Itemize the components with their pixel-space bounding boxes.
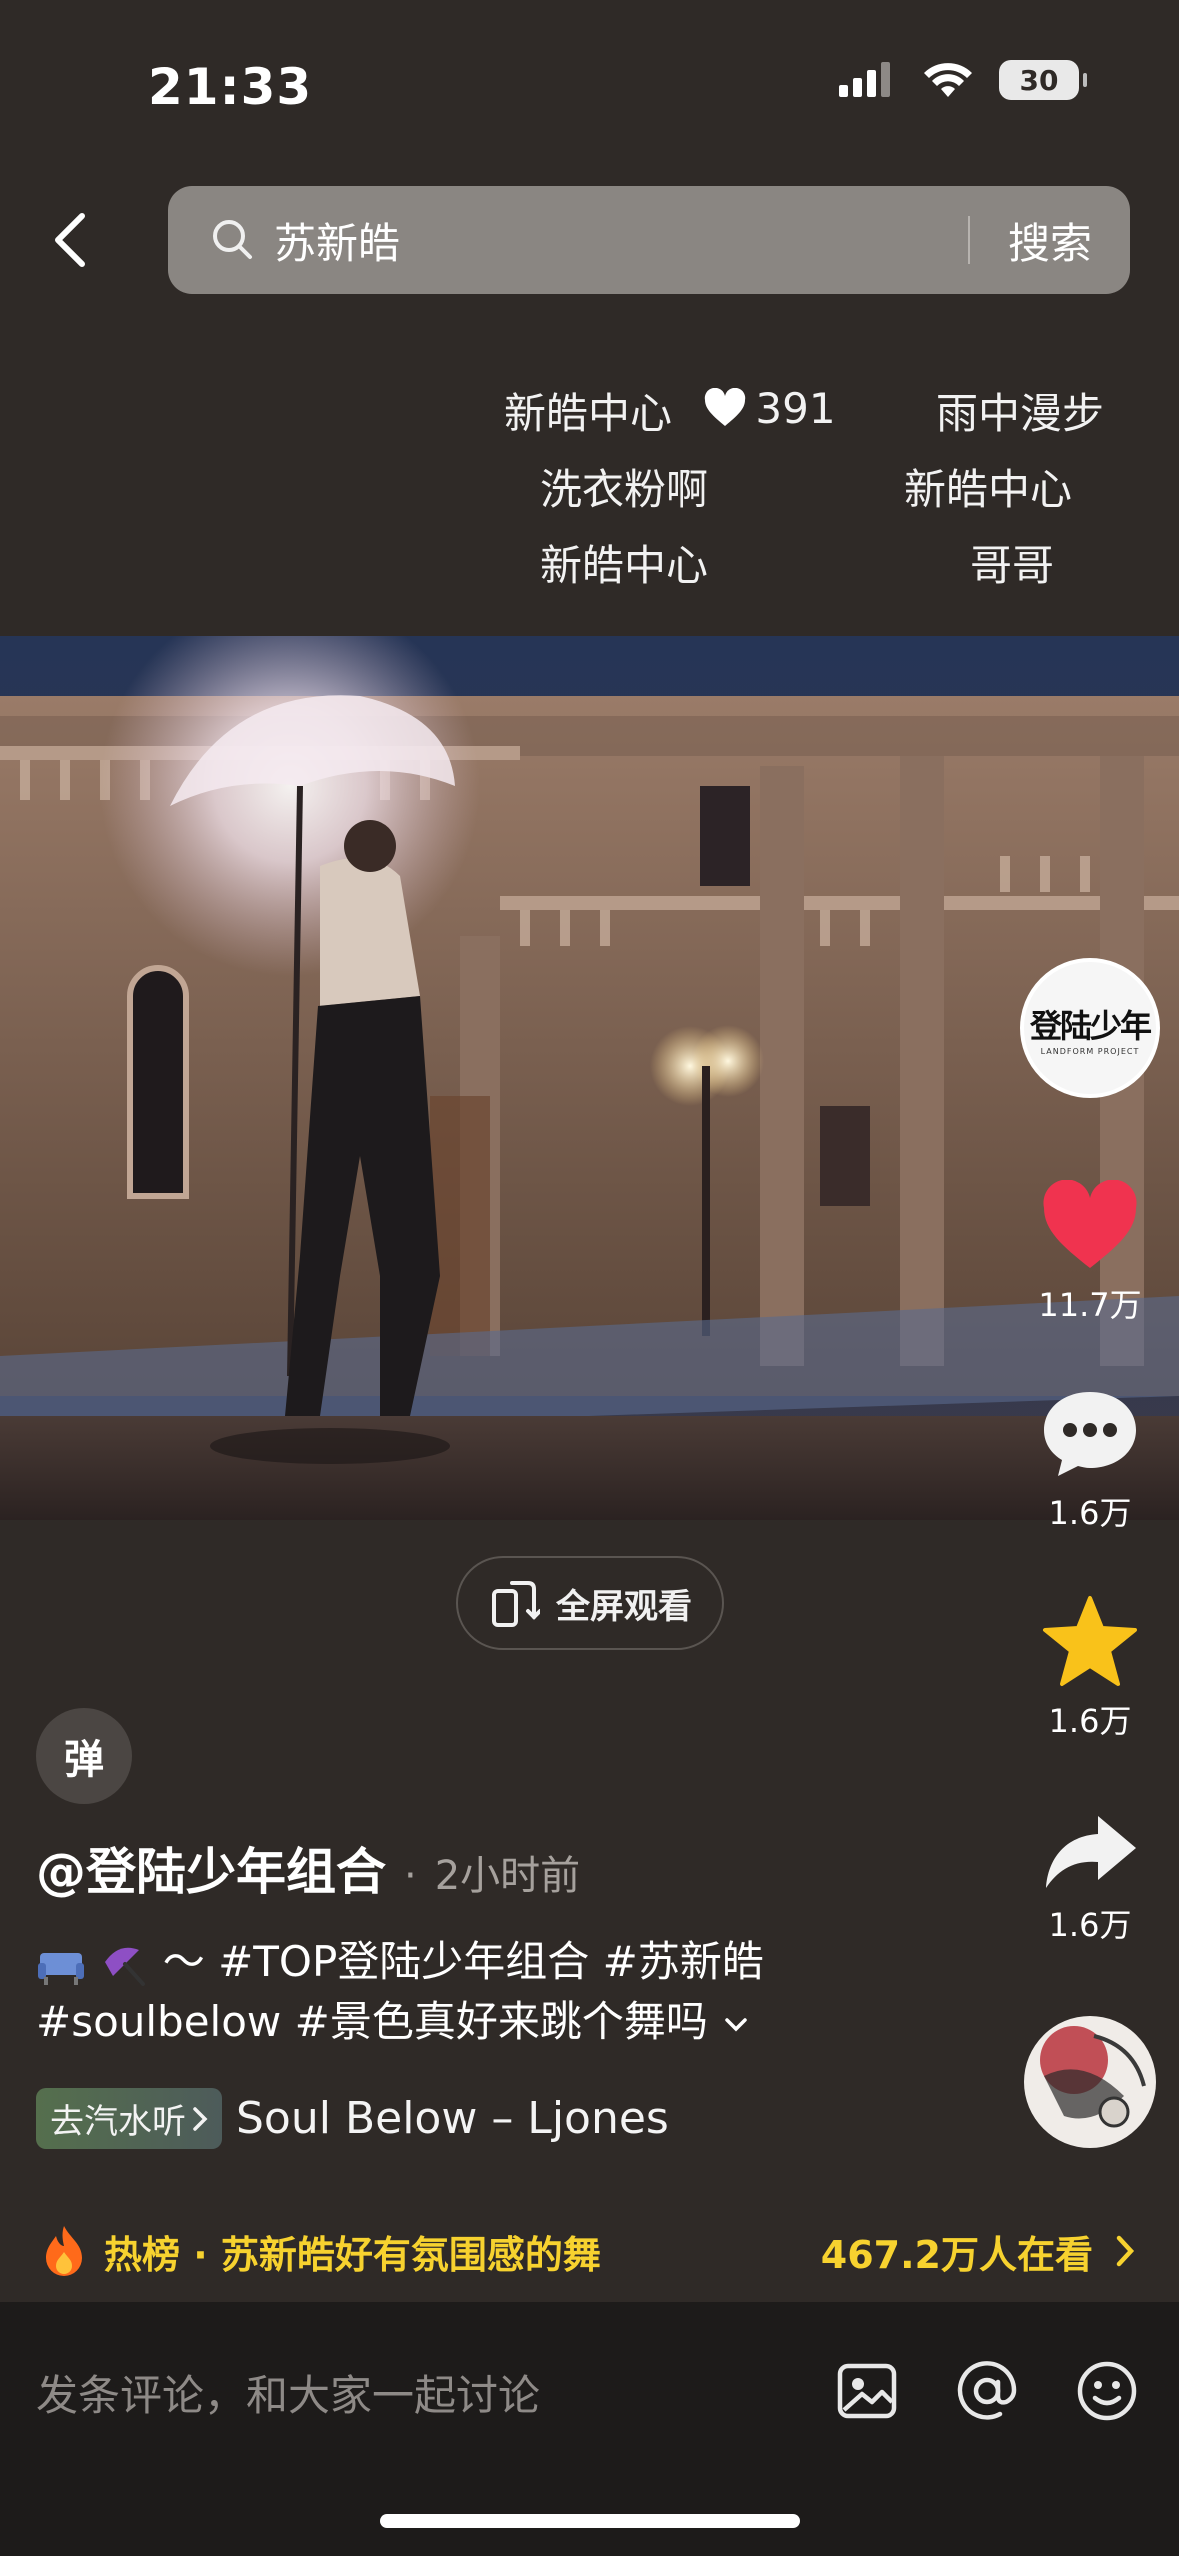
desc-line-2: #soulbelow #景色真好来跳个舞吗 [36, 1992, 796, 2052]
danmaku-item: 哥哥 [970, 541, 1055, 590]
chevron-right-icon [193, 2106, 208, 2131]
danmaku-item: 新皓中心 [540, 541, 709, 590]
fire-icon [46, 2226, 82, 2276]
hot-rank-text: 热榜 · 苏新皓好有氛围感的舞 [104, 2232, 601, 2277]
post-time: 2小时前 [434, 1853, 581, 1899]
comment-count: 1.6万 [1048, 1494, 1132, 1532]
heart-icon [1043, 1180, 1137, 1268]
danmaku-item: 新皓中心 [904, 465, 1073, 514]
smiley-icon [1077, 2361, 1137, 2421]
music-title: Soul Below – Ljones [236, 2093, 669, 2144]
danmaku-item: 新皓中心 391 [504, 380, 836, 441]
author-avatar[interactable]: 登陆少年 LANDFORM PROJECT [1020, 958, 1160, 1098]
danmaku-item: 洗衣粉啊 [540, 465, 709, 514]
like-count: 11.7万 [1038, 1286, 1142, 1324]
image-icon [837, 2363, 897, 2419]
search-icon [213, 220, 252, 259]
like-button[interactable]: 11.7万 [1020, 1180, 1160, 1326]
danmaku-item: 雨中漫步 [936, 389, 1105, 438]
emoji-button[interactable] [1074, 2358, 1140, 2424]
back-button[interactable] [40, 200, 100, 280]
search-input[interactable]: 苏新皓 [274, 210, 968, 271]
image-button[interactable] [834, 2358, 900, 2424]
avatar[interactable]: 登陆少年 LANDFORM PROJECT [1020, 958, 1160, 1098]
comment-bubble-icon [1044, 1392, 1136, 1476]
chevron-down-icon[interactable] [721, 2014, 751, 2036]
sofa-emoji-icon [38, 1952, 84, 1985]
hot-rank-bar[interactable]: 热榜 · 苏新皓好有氛围感的舞 467.2万人在看 [0, 2204, 1179, 2298]
video-frame-image [0, 636, 1179, 1520]
music-row[interactable]: 去汽水听 Soul Below – Ljones [36, 2088, 669, 2149]
favorite-count: 1.6万 [1048, 1702, 1132, 1740]
danmaku-toggle-button[interactable]: 弹 [36, 1708, 132, 1804]
avatar-brand-text: 登陆少年 [1029, 1006, 1152, 1045]
status-time: 21:33 [148, 58, 313, 116]
avatar-sub-text: LANDFORM PROJECT [1040, 1046, 1140, 1056]
desc-line-1-text: ～ #TOP登陆少年组合 #苏新皓 [162, 1937, 764, 1986]
music-app-label: 去汽水听 [50, 2102, 186, 2142]
mention-button[interactable] [954, 2358, 1020, 2424]
music-disc-artwork [1040, 2026, 1146, 2128]
music-app-tag[interactable]: 去汽水听 [36, 2088, 222, 2149]
rotate-screen-icon [492, 1581, 540, 1627]
star-icon [1043, 1596, 1137, 1686]
search-bar[interactable]: 苏新皓 搜索 [168, 186, 1130, 294]
fullscreen-button[interactable]: 全屏观看 [456, 1556, 724, 1650]
author-row: @登陆少年组合 · 2小时前 [36, 1832, 580, 1904]
chevron-left-icon [55, 213, 85, 267]
favorite-button[interactable]: 1.6万 [1020, 1594, 1160, 1742]
fullscreen-label: 全屏观看 [556, 1586, 692, 1627]
chevron-right-icon [1116, 2235, 1135, 2267]
desc-line-1: ～ #TOP登陆少年组合 #苏新皓 [36, 1932, 796, 1992]
search-button[interactable]: 搜索 [970, 210, 1130, 271]
wifi-icon [924, 63, 972, 97]
share-arrow-icon [1046, 1816, 1136, 1888]
battery-indicator: 30 [999, 60, 1087, 100]
author-name[interactable]: @登陆少年组合 [36, 1832, 386, 1904]
share-count: 1.6万 [1048, 1906, 1132, 1944]
umbrella-emoji-icon [105, 1947, 146, 1986]
heart-icon [705, 388, 746, 426]
status-icons: 30 [839, 60, 1087, 100]
music-disc[interactable] [1024, 2016, 1156, 2148]
comment-button[interactable]: 1.6万 [1020, 1388, 1160, 1534]
at-sign-icon [957, 2361, 1017, 2420]
video-player[interactable] [0, 636, 1179, 1520]
post-description[interactable]: ～ #TOP登陆少年组合 #苏新皓 #soulbelow #景色真好来跳个舞吗 [36, 1932, 796, 2052]
desc-line-2-text: #soulbelow #景色真好来跳个舞吗 [36, 1997, 708, 2046]
comment-input[interactable]: 发条评论，和大家一起讨论 [36, 2362, 540, 2423]
post-separator: · [404, 1853, 417, 1899]
danmaku-likes: 391 [703, 383, 836, 433]
home-indicator [380, 2514, 800, 2528]
cellular-signal-icon [839, 62, 890, 97]
share-button[interactable]: 1.6万 [1020, 1812, 1160, 1946]
danmaku-text: 新皓中心 [504, 389, 673, 438]
danmaku-like-count: 391 [755, 383, 836, 433]
hot-rank-viewers: 467.2万人在看 [820, 2232, 1093, 2277]
